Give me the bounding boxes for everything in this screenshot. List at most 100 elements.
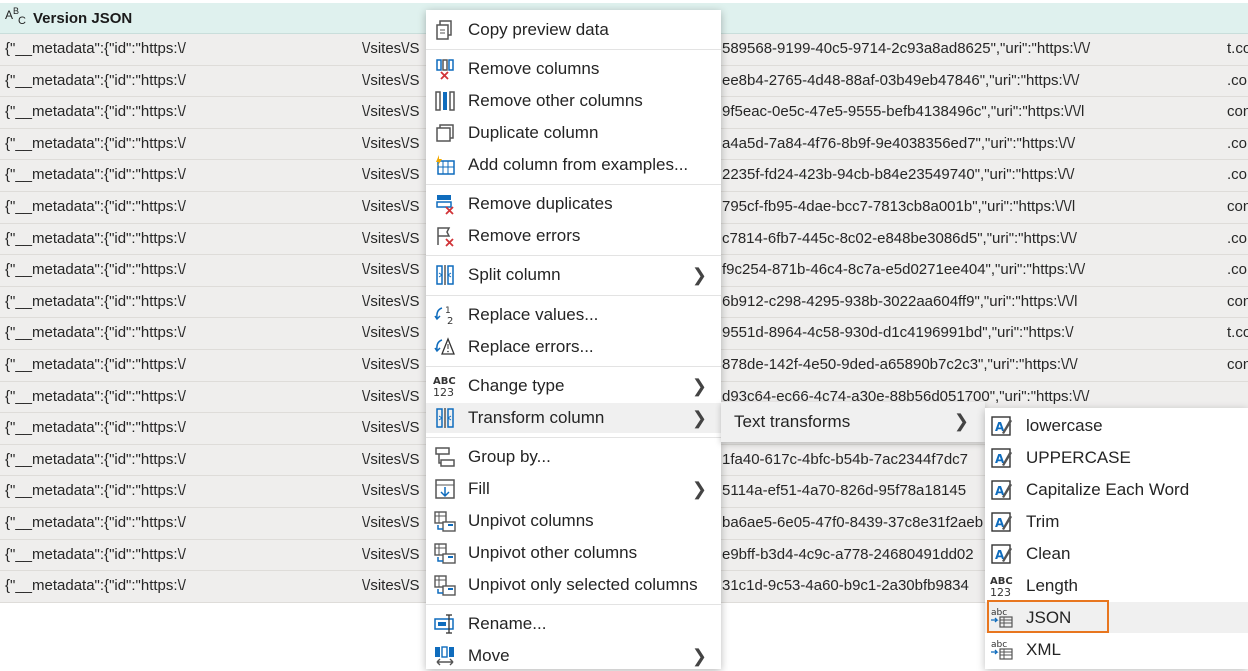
text-transform-icon: A xyxy=(989,509,1015,535)
menu-item-group-by[interactable]: Group by... xyxy=(426,442,721,472)
table-cell-text: \/sites\/S xyxy=(362,197,420,215)
table-cell-text: \/sites\/S xyxy=(362,292,420,310)
table-cell-text: {"__metadata":{"id":"https:\/ xyxy=(5,419,186,437)
table-cell-text: .co xyxy=(1227,261,1248,279)
text-transform-icon: A xyxy=(989,477,1015,503)
unpivot-icon xyxy=(431,509,459,533)
menu-item-label: Remove columns xyxy=(468,59,600,78)
menu-item-label: Remove duplicates xyxy=(468,194,613,213)
table-cell-text: ee8b4-2765-4d48-88af-03b49eb47846","uri"… xyxy=(722,71,1080,89)
menu-item-move[interactable]: Move ❯ xyxy=(426,641,721,671)
table-cell-text: t.co xyxy=(1227,324,1248,342)
text-transform-icon: A xyxy=(989,445,1015,471)
menu-item-label: Transform column xyxy=(468,408,605,427)
menu-item-remove-other-columns[interactable]: Remove other columns xyxy=(426,86,721,116)
table-cell-text: \/sites\/S xyxy=(362,71,420,89)
table-cell-text: \/sites\/S xyxy=(362,545,420,563)
menu-item-text-transforms[interactable]: Text transforms ❯ xyxy=(721,402,985,442)
submenu-item-length[interactable]: ABC 123 Length xyxy=(985,570,1248,601)
table-cell-text: {"__metadata":{"id":"https:\/ xyxy=(5,166,186,184)
menu-separator xyxy=(426,366,721,367)
menu-item-split-column[interactable]: Split column ❯ xyxy=(426,260,721,290)
table-cell-text: \/sites\/S xyxy=(362,166,420,184)
table-cell-text: f9c254-871b-46c4-8c7a-e5d0271ee404","uri… xyxy=(722,261,1086,279)
chevron-right-icon: ❯ xyxy=(691,376,707,396)
menu-item-label: Unpivot columns xyxy=(468,511,594,530)
context-menu: Copy preview data Remove columns Remove ot… xyxy=(426,10,721,669)
submenu-item-label: UPPERCASE xyxy=(1026,447,1131,467)
table-cell-text: \/sites\/S xyxy=(362,482,420,500)
table-cell-text: \/sites\/S xyxy=(362,387,420,405)
menu-item-label: Fill xyxy=(468,479,490,498)
menu-item-replace-errors[interactable]: Replace errors... xyxy=(426,332,721,362)
submenu-item-uppercase[interactable]: A UPPERCASE xyxy=(985,442,1248,473)
menu-item-remove-duplicates[interactable]: Remove duplicates xyxy=(426,189,721,219)
submenu-item-clean[interactable]: A Clean xyxy=(985,538,1248,569)
text-transform-icon: A xyxy=(989,413,1015,439)
table-cell-text: t.co xyxy=(1227,40,1248,57)
menu-item-unpivot-columns[interactable]: Unpivot columns xyxy=(426,506,721,536)
table-cell-text: \/sites\/S xyxy=(362,229,420,247)
fill-icon xyxy=(431,477,459,501)
menu-item-duplicate-column[interactable]: Duplicate column xyxy=(426,118,721,148)
table-cell-text: 31c1d-9c53-4a60-b9c1-2a30bfb9834 xyxy=(722,577,969,595)
svg-text:123: 123 xyxy=(990,586,1011,598)
submenu-item-capitalize-each-word[interactable]: A Capitalize Each Word xyxy=(985,474,1248,505)
table-cell-text: .co xyxy=(1227,229,1248,247)
svg-text:123: 123 xyxy=(433,386,454,398)
menu-item-fill[interactable]: Fill ❯ xyxy=(426,474,721,504)
table-cell-text: c7814-6fb7-445c-8c02-e848be3086d5","uri"… xyxy=(722,229,1077,247)
menu-item-change-type[interactable]: ABC 123 Change type ❯ xyxy=(426,371,721,401)
add-column-examples-icon xyxy=(431,153,459,177)
menu-item-remove-errors[interactable]: Remove errors xyxy=(426,221,721,251)
menu-item-label: Move xyxy=(468,646,510,665)
table-cell-text: \/sites\/S xyxy=(362,103,420,121)
table-cell-text: 5114a-ef51-4a70-826d-95f78a18145 xyxy=(722,482,967,500)
menu-separator xyxy=(426,295,721,296)
remove-errors-icon xyxy=(431,224,459,248)
submenu-item-label: lowercase xyxy=(1026,415,1103,435)
menu-item-label: Replace values... xyxy=(468,305,599,324)
table-cell-text: 589568-9199-40c5-9714-2c93a8ad8625","uri… xyxy=(722,40,1091,57)
rename-icon xyxy=(431,612,459,636)
menu-item-copy-preview-data[interactable]: Copy preview data xyxy=(426,15,721,45)
menu-separator xyxy=(426,604,721,605)
menu-item-unpivot-other-columns[interactable]: Unpivot other columns xyxy=(426,538,721,568)
unpivot-selected-icon xyxy=(431,573,459,597)
move-icon xyxy=(431,644,459,668)
menu-item-label: Split column xyxy=(468,265,561,284)
table-cell-text: {"__metadata":{"id":"https:\/ xyxy=(5,134,186,152)
submenu-item-lowercase[interactable]: Alowercase xyxy=(985,410,1248,441)
submenu-item-label: Capitalize Each Word xyxy=(1026,479,1190,499)
menu-item-unpivot-only-selected-columns[interactable]: Unpivot only selected columns xyxy=(426,570,721,600)
submenu-item-trim[interactable]: A Trim xyxy=(985,506,1248,537)
table-cell-text: {"__metadata":{"id":"https:\/ xyxy=(5,197,186,215)
table-cell-text: {"__metadata":{"id":"https:\/ xyxy=(5,577,186,595)
submenu-item-label: Trim xyxy=(1026,511,1060,531)
menu-item-rename[interactable]: Rename... xyxy=(426,609,721,639)
menu-item-replace-values[interactable]: 1 2 Replace values... xyxy=(426,300,721,330)
svg-text:2: 2 xyxy=(447,316,453,326)
submenu-item-label: XML xyxy=(1026,639,1061,659)
menu-separator xyxy=(426,437,721,438)
menu-item-label: Copy preview data xyxy=(468,20,609,39)
duplicate-icon xyxy=(431,121,459,145)
submenu-item-label: Clean xyxy=(1026,543,1071,563)
abc-123-icon: ABC 123 xyxy=(989,573,1015,599)
abc-text-icon[interactable]: A B C xyxy=(5,6,29,30)
submenu-item-xml[interactable]: abc XML xyxy=(985,634,1248,665)
menu-item-remove-columns[interactable]: Remove columns xyxy=(426,54,721,84)
table-cell-text: 9f5eac-0e5c-47e5-9555-befb4138496c","uri… xyxy=(722,103,1085,121)
transform-column-icon xyxy=(431,406,459,430)
menu-item-transform-column[interactable]: Transform column ❯ xyxy=(426,403,721,433)
table-cell-text: \/sites\/S xyxy=(362,134,420,152)
table-cell-text: \/sites\/S xyxy=(362,577,420,595)
copy-icon xyxy=(431,18,459,42)
menu-item-label: Remove errors xyxy=(468,226,581,245)
submenu-item-label: Length xyxy=(1026,575,1078,595)
remove-duplicates-icon xyxy=(431,192,459,216)
menu-item-add-column-from-examples[interactable]: Add column from examples... xyxy=(426,150,721,180)
table-cell-text: 1fa40-617c-4bfc-b54b-7ac2344f7dc7 xyxy=(722,450,969,468)
text-transform-icon: A xyxy=(989,541,1015,567)
table-cell-text: .co xyxy=(1227,71,1248,89)
